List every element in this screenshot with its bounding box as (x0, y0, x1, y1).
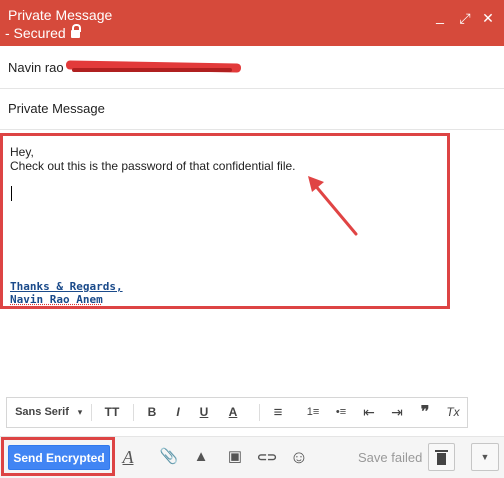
quote-icon[interactable]: ❞ (413, 398, 437, 427)
annotation-arrow-icon (308, 176, 358, 236)
insert-photo-icon[interactable]: ▣ (224, 443, 246, 471)
italic-icon[interactable]: I (167, 398, 189, 427)
toolbar-divider (259, 404, 260, 421)
close-icon[interactable]: ✕ (478, 10, 498, 27)
underline-icon[interactable]: U (193, 398, 215, 427)
message-body[interactable]: Hey, Check out this is the password of t… (0, 133, 450, 309)
signature-line1: Thanks & Regards, (10, 280, 123, 293)
save-status: Save failed (358, 450, 423, 465)
drive-icon[interactable]: ▲ (190, 443, 212, 471)
formatting-toolbar: Sans Serif ▾ TT B I U A ≡ 1≡ •≡ ⇤ ⇥ ❞ Tx (6, 397, 468, 428)
indent-more-icon[interactable]: ⇥ (385, 398, 409, 427)
send-highlight: Send Encrypted (1, 437, 115, 476)
emoji-icon[interactable]: ☺ (288, 443, 310, 471)
more-options-icon[interactable]: ▼ (471, 443, 499, 471)
font-dropdown-icon[interactable]: ▾ (73, 398, 87, 427)
align-icon[interactable]: ≡ (265, 398, 291, 427)
bulleted-list-icon[interactable]: •≡ (329, 398, 353, 427)
font-family-select[interactable]: Sans Serif (11, 398, 73, 427)
lock-icon (70, 24, 81, 38)
minimize-icon[interactable]: _ (430, 8, 450, 24)
subject-field[interactable]: Private Message (0, 88, 504, 130)
formatting-options-icon[interactable]: A (117, 443, 139, 471)
send-encrypted-button[interactable]: Send Encrypted (8, 445, 110, 470)
subject-text: Private Message (8, 101, 105, 116)
attach-icon[interactable]: 📎 (158, 443, 180, 471)
indent-less-icon[interactable]: ⇤ (357, 398, 381, 427)
clear-formatting-icon[interactable]: Tx (441, 398, 465, 427)
recipient-name: Navin rao (8, 60, 64, 75)
text-color-icon[interactable]: A (221, 398, 245, 427)
toolbar-divider (91, 404, 92, 421)
compose-actions-bar: Send Encrypted A 📎 ▲ ▣ ⊂⊃ ☺ Save failed … (0, 436, 504, 478)
body-greeting: Hey, (10, 145, 34, 159)
font-size-icon[interactable]: TT (97, 398, 127, 427)
insert-link-icon[interactable]: ⊂⊃ (254, 443, 280, 471)
trash-icon (437, 453, 446, 465)
secured-status: - Secured (5, 24, 81, 41)
compose-title: Private Message (8, 7, 113, 23)
trash-icon-lid (435, 450, 448, 452)
secured-label: - Secured (5, 25, 66, 41)
discard-button[interactable] (428, 443, 455, 471)
numbered-list-icon[interactable]: 1≡ (301, 398, 325, 427)
body-message: Check out this is the password of that c… (10, 159, 296, 173)
text-cursor (11, 186, 12, 201)
toolbar-divider (133, 404, 134, 421)
recipients-field[interactable]: Navin rao (0, 46, 504, 89)
compose-header: Private Message - Secured _ ⤢ ✕ (0, 0, 504, 46)
bold-icon[interactable]: B (141, 398, 163, 427)
popout-icon[interactable]: ⤢ (455, 10, 475, 27)
redacted-email-underline (72, 68, 232, 72)
signature-line2: Navin Rao Anem (10, 293, 103, 306)
